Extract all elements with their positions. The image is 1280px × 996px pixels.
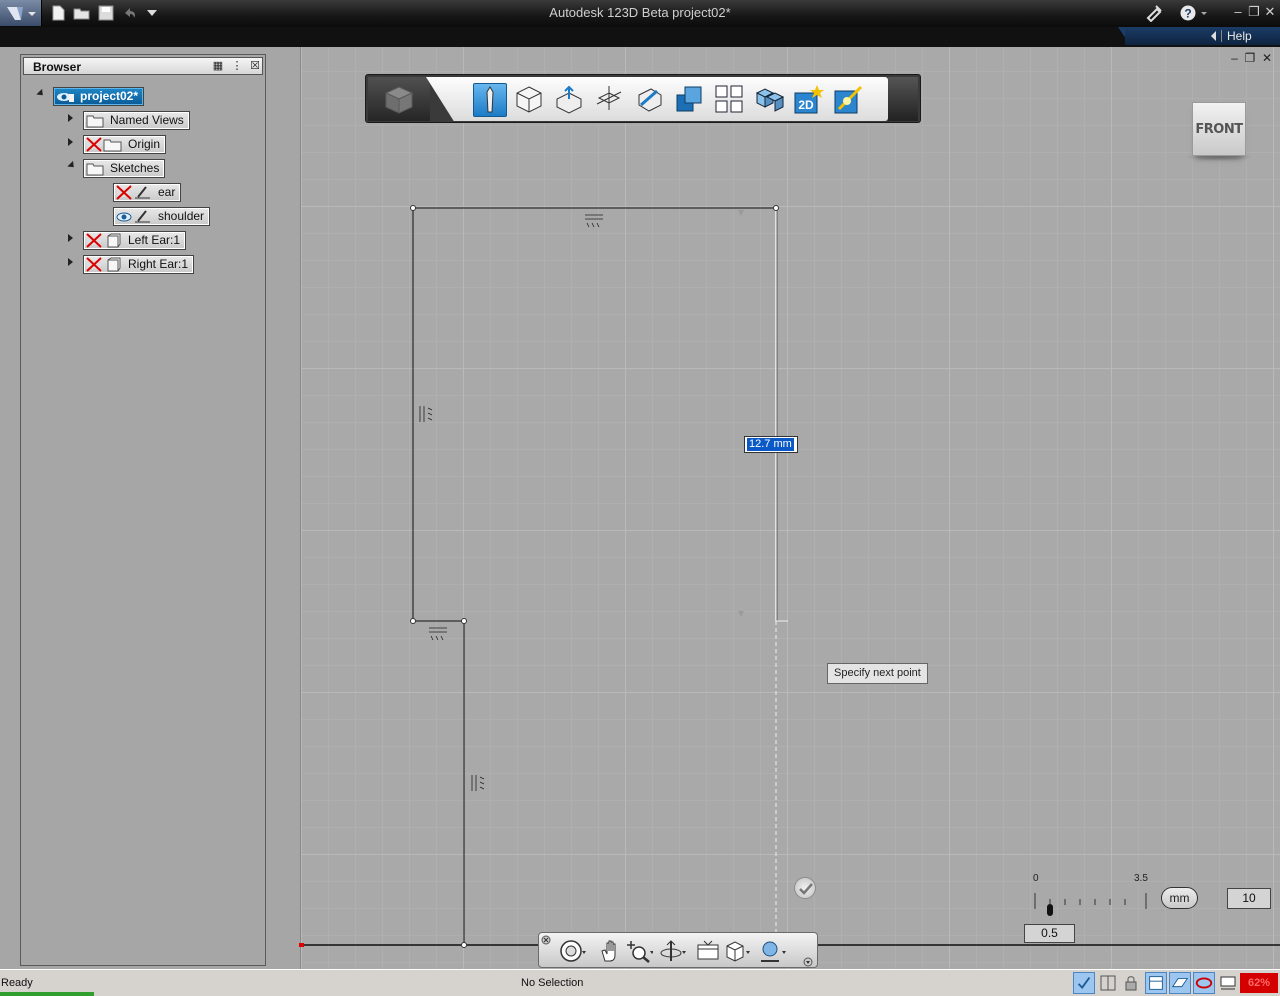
snap-value-field[interactable]: 0.5 xyxy=(1024,924,1075,943)
units-button[interactable]: mm xyxy=(1161,887,1198,909)
box-icon xyxy=(516,86,542,113)
lock-icon[interactable] xyxy=(1120,972,1142,994)
group-icon xyxy=(755,88,785,112)
2d-drawing-icon: 2D xyxy=(794,85,824,114)
performance-indicator: 62% xyxy=(1240,973,1278,993)
visual-style-icon[interactable] xyxy=(759,939,787,963)
layout-toggle-icon[interactable] xyxy=(1145,972,1167,994)
progress-bar xyxy=(0,992,94,996)
ground-plane-icon[interactable] xyxy=(1169,972,1191,994)
grid-spacing-field[interactable]: 10 xyxy=(1227,888,1271,909)
svg-text:2D: 2D xyxy=(798,98,814,112)
status-selection-text: No Selection xyxy=(521,977,584,989)
look-at-icon[interactable] xyxy=(695,939,723,963)
snap-scale-ruler[interactable]: 0 3.5 xyxy=(1025,873,1165,918)
show-constraints-icon[interactable] xyxy=(1193,972,1215,994)
pencil-icon xyxy=(486,86,494,113)
navigation-bar xyxy=(538,932,818,968)
sketch-geometry xyxy=(299,205,1280,948)
checkmark-icon xyxy=(799,883,813,895)
scale-min-label: 0 xyxy=(1033,873,1039,884)
combine-tool-button[interactable] xyxy=(673,83,707,117)
group-tool-button[interactable] xyxy=(753,83,787,117)
steering-wheel-icon[interactable] xyxy=(559,939,587,963)
scale-slider-thumb[interactable] xyxy=(1047,904,1053,916)
extrude-icon xyxy=(556,85,582,114)
main-toolbar: 2D xyxy=(365,74,921,123)
pattern-tool-button[interactable] xyxy=(713,83,747,117)
move-tool-button[interactable] xyxy=(593,83,627,117)
pan-hand-icon[interactable] xyxy=(597,939,625,963)
viewcube-face-label: FRONT xyxy=(1195,122,1243,137)
viewcube[interactable]: FRONT xyxy=(1192,102,1246,156)
dimension-value: 12.7 mm xyxy=(747,438,794,451)
orbit-icon[interactable] xyxy=(659,939,687,963)
command-prompt-tooltip: Specify next point xyxy=(827,663,928,684)
sketch-tool-button[interactable] xyxy=(473,83,507,117)
scale-max-label: 3.5 xyxy=(1134,873,1148,884)
dimension-input[interactable]: 12.7 mm xyxy=(744,436,798,453)
make-tool-button[interactable] xyxy=(833,83,867,117)
model-cube-menu-icon[interactable] xyxy=(384,85,414,115)
modify-icon xyxy=(638,88,662,112)
primitives-tool-button[interactable] xyxy=(513,83,547,117)
move-icon xyxy=(596,86,622,110)
view-cube-menu-icon[interactable] xyxy=(723,939,751,963)
display-settings-icon[interactable] xyxy=(1217,972,1239,994)
finish-sketch-button[interactable] xyxy=(794,877,816,899)
grid-pattern-icon xyxy=(715,85,743,113)
modify-tool-button[interactable] xyxy=(633,83,667,117)
2d-drawing-tool-button[interactable]: 2D xyxy=(793,83,827,117)
app-window: Autodesk 123D Beta project02* ? – ❐ ✕ He… xyxy=(0,0,1280,996)
extrude-tool-button[interactable] xyxy=(553,83,587,117)
navbar-options-icon[interactable] xyxy=(803,957,813,967)
zoom-icon[interactable] xyxy=(625,939,653,963)
grid-toggle-icon[interactable] xyxy=(1097,972,1119,994)
magic-wand-icon xyxy=(834,85,863,114)
combine-icon xyxy=(676,86,702,112)
snap-toggle-icon[interactable] xyxy=(1073,972,1095,994)
status-ready-text: Ready xyxy=(1,977,33,989)
status-bar: Ready No Selection 62% xyxy=(0,969,1280,996)
navbar-close-icon[interactable] xyxy=(541,935,551,945)
